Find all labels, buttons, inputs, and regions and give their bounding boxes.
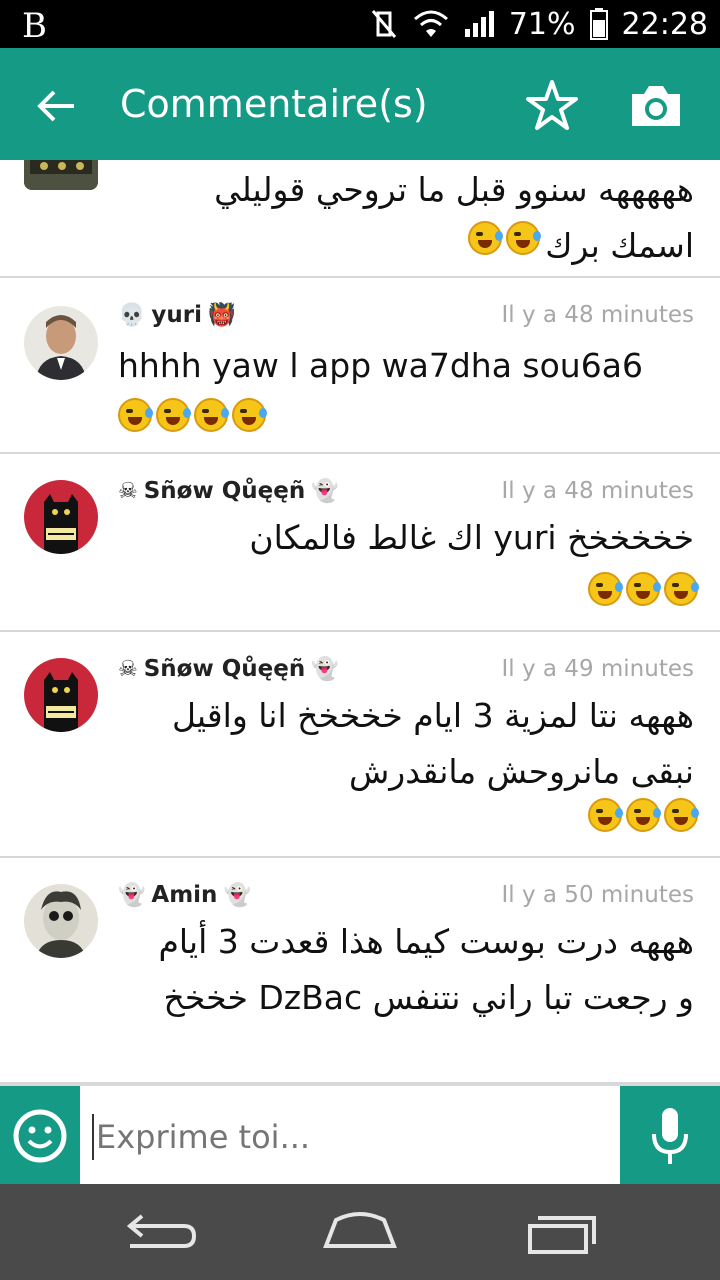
emoji-reactions	[118, 398, 267, 432]
clock: 22:28	[621, 6, 708, 42]
page-title: Commentaire(s)	[120, 82, 428, 126]
arrow-back-icon	[37, 90, 74, 122]
message-composer	[0, 1084, 720, 1186]
laughing-emoji-icon	[588, 572, 623, 606]
sweat-smile-emoji-icon	[118, 398, 153, 432]
comment-timestamp: Il y a 49 minutes	[501, 656, 695, 682]
skull-icon: 💀	[118, 302, 146, 328]
screen: B 71% 22:28 Commentaire(s) هههههه سنوو ق…	[0, 0, 720, 1280]
username[interactable]: ☠ Sñøw Qůęęñ 👻	[118, 478, 339, 504]
comment-text: هههه نتا لمزية 3 ايام خخخخخ انا واقيل نب…	[171, 696, 694, 791]
ogre-icon: 👹	[208, 302, 236, 328]
b-logo-icon: B	[22, 6, 47, 46]
camera-button[interactable]	[628, 78, 684, 134]
nav-home-button[interactable]	[322, 1206, 398, 1258]
nav-back-icon	[126, 1214, 197, 1248]
emoji-picker-button[interactable]	[0, 1086, 80, 1186]
comment-text: hhhh yaw l app wa7dha sou6a6	[118, 346, 643, 385]
battery-level: 71%	[508, 6, 576, 42]
laughing-emoji-icon	[468, 221, 503, 255]
comment-text: خخخخخخ yuri اك غالط فالمكان	[249, 518, 694, 557]
nav-recents-icon	[528, 1216, 596, 1254]
ghost-icon: 👻	[223, 882, 251, 908]
comment-item: ☠ Sñøw Qůęęñ 👻 Il y a 48 minutes خخخخخخ …	[0, 454, 720, 632]
laughing-emoji-icon	[588, 798, 623, 832]
comment-text: هههههه سنوو قبل ما تروحي قوليلي اسمك برك	[214, 170, 694, 265]
favorite-button[interactable]	[524, 78, 580, 134]
comment-item: 👻 Amin 👻 Il y a 50 minutes هههه درت بوست…	[0, 858, 720, 1084]
avatar[interactable]	[24, 160, 98, 190]
emoji-reactions	[588, 572, 699, 606]
emoji-reactions	[588, 798, 699, 832]
comment-list[interactable]: هههههه سنوو قبل ما تروحي قوليلي اسمك برك…	[0, 160, 720, 1084]
username[interactable]: 👻 Amin 👻	[118, 882, 251, 908]
username-text: Sñøw Qůęęñ	[143, 478, 306, 504]
comment-item: 💀 yuri 👹 Il y a 48 minutes hhhh yaw l ap…	[0, 278, 720, 454]
username[interactable]: 💀 yuri 👹	[118, 302, 235, 328]
signal-icon	[464, 11, 494, 37]
ghost-icon: 👻	[311, 656, 339, 682]
message-input[interactable]	[92, 1114, 612, 1160]
system-nav-bar	[0, 1184, 720, 1280]
microphone-icon	[652, 1108, 688, 1164]
avatar[interactable]	[24, 306, 98, 380]
camera-icon	[632, 86, 680, 126]
vibrate-off-icon	[371, 10, 396, 38]
laughing-emoji-icon	[626, 572, 661, 606]
laughing-emoji-icon	[232, 398, 267, 432]
avatar[interactable]	[24, 480, 98, 554]
laughing-emoji-icon	[664, 798, 699, 832]
avatar[interactable]	[24, 658, 98, 732]
wifi-icon	[413, 10, 448, 37]
nav-back-button[interactable]	[122, 1206, 198, 1258]
star-outline-icon	[526, 80, 578, 130]
nav-recents-button[interactable]	[524, 1206, 600, 1258]
back-button[interactable]	[30, 78, 86, 134]
laughing-emoji-icon	[156, 398, 191, 432]
skull-crossbones-icon: ☠	[118, 656, 138, 682]
laughing-emoji-icon	[664, 572, 699, 606]
comment-timestamp: Il y a 48 minutes	[501, 478, 695, 504]
username-text: yuri	[151, 302, 202, 328]
comment-timestamp: Il y a 48 minutes	[501, 302, 695, 328]
smiley-icon	[13, 1109, 67, 1163]
emoji-reactions	[468, 221, 541, 255]
battery-icon	[589, 8, 608, 40]
avatar[interactable]	[24, 884, 98, 958]
ghost-icon: 👻	[118, 882, 146, 908]
laughing-emoji-icon	[506, 221, 541, 255]
status-bar: B 71% 22:28	[0, 0, 720, 48]
status-icons: 71% 22:28	[369, 0, 708, 48]
comment-timestamp: Il y a 50 minutes	[501, 882, 695, 908]
app-bar: Commentaire(s)	[0, 48, 720, 160]
laughing-emoji-icon	[194, 398, 229, 432]
comment-item: هههههه سنوو قبل ما تروحي قوليلي اسمك برك	[0, 160, 720, 278]
skull-crossbones-icon: ☠	[118, 478, 138, 504]
nav-home-icon	[323, 1212, 397, 1248]
comment-item: ☠ Sñøw Qůęęñ 👻 Il y a 49 minutes هههه نت…	[0, 632, 720, 858]
comment-text: هههه درت بوست كيما هذا قعدت 3 أيام و رجع…	[158, 922, 694, 1017]
ghost-icon: 👻	[311, 478, 339, 504]
username-text: Sñøw Qůęęñ	[143, 656, 306, 682]
voice-message-button[interactable]	[620, 1086, 720, 1186]
username-text: Amin	[151, 882, 218, 908]
laughing-emoji-icon	[626, 798, 661, 832]
username[interactable]: ☠ Sñøw Qůęęñ 👻	[118, 656, 339, 682]
